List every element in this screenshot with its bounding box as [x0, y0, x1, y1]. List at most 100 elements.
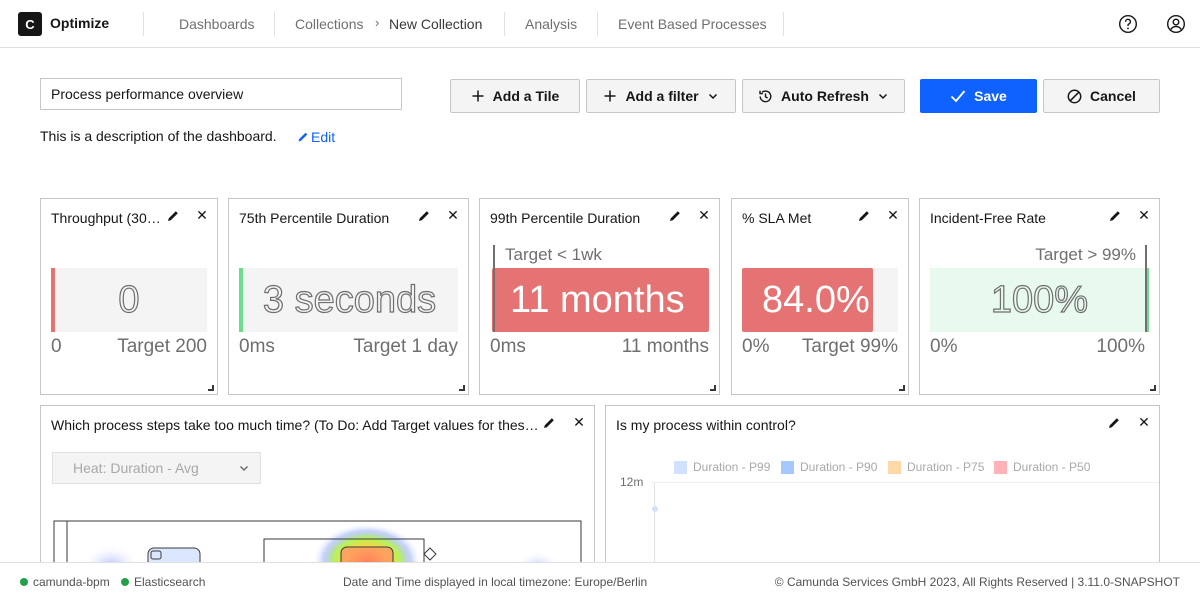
- save-button[interactable]: Save: [920, 79, 1037, 113]
- legend-item-p50[interactable]: Duration - P50: [994, 460, 1090, 474]
- tile-title: Incident-Free Rate: [930, 210, 1046, 226]
- add-filter-button[interactable]: Add a filter: [586, 79, 736, 113]
- legend-item-p90[interactable]: Duration - P90: [781, 460, 877, 474]
- camunda-logo[interactable]: C: [18, 12, 42, 36]
- nav-divider: [143, 12, 144, 36]
- gauge-min-label: 0ms: [490, 336, 526, 357]
- refresh-timer-icon: [758, 89, 773, 104]
- nav-event-based-processes[interactable]: Event Based Processes: [618, 0, 767, 48]
- copyright-text: © Camunda Services GmbH 2023, All Rights…: [774, 575, 1180, 589]
- nav-new-collection[interactable]: New Collection: [389, 0, 482, 48]
- help-icon[interactable]: [1117, 13, 1139, 35]
- resize-handle[interactable]: [459, 385, 465, 391]
- gauge-value: 100%: [990, 278, 1089, 321]
- user-profile-icon[interactable]: [1165, 13, 1187, 35]
- timezone-info: Date and Time displayed in local timezon…: [343, 575, 648, 589]
- gauge-target-label: Target 1 day: [353, 336, 458, 357]
- tile-process-steps-heatmap[interactable]: Which process steps take too much time? …: [40, 405, 595, 585]
- pencil-icon[interactable]: [166, 209, 180, 223]
- tile-title: % SLA Met: [742, 210, 812, 226]
- target-label: Target < 1wk: [505, 245, 602, 264]
- top-header: C Optimize Dashboards Collections › New …: [0, 0, 1200, 48]
- target-marker: [493, 245, 495, 332]
- close-icon[interactable]: ✕: [446, 207, 460, 223]
- app-name[interactable]: Optimize: [50, 15, 109, 31]
- auto-refresh-button[interactable]: Auto Refresh: [742, 79, 905, 113]
- chevron-down-icon: [707, 90, 719, 102]
- engine-status-camunda: camunda-bpm: [20, 575, 110, 589]
- gauge-min-label: 0ms: [239, 336, 275, 357]
- cancel-circle-icon: [1067, 89, 1082, 104]
- cancel-button[interactable]: Cancel: [1043, 79, 1160, 113]
- breadcrumb-chevron-icon: ›: [375, 15, 380, 30]
- add-tile-button[interactable]: Add a Tile: [450, 79, 580, 113]
- gauge-value: 84.0%: [762, 278, 870, 321]
- gridline: [651, 482, 1159, 483]
- pencil-icon[interactable]: [668, 209, 682, 223]
- tile-sla-met[interactable]: % SLA Met ✕ 84.0% 0% Target 99%: [731, 198, 909, 395]
- nav-divider: [504, 12, 505, 36]
- resize-handle[interactable]: [710, 385, 716, 391]
- gauge-max-label: 11 months: [621, 336, 709, 357]
- status-dot: [121, 578, 129, 586]
- chevron-down-icon: [239, 465, 249, 472]
- gauge-value: 0: [118, 278, 140, 321]
- close-icon[interactable]: ✕: [886, 207, 900, 223]
- close-icon[interactable]: ✕: [1137, 414, 1151, 430]
- y-axis-tick-label: 12m: [620, 475, 644, 489]
- gauge-value: 3 seconds: [262, 278, 437, 321]
- tile-99th-percentile-duration[interactable]: 99th Percentile Duration ✕ Target < 1wk …: [479, 198, 720, 395]
- checkmark-icon: [950, 89, 966, 103]
- engine-status-elasticsearch: Elasticsearch: [121, 575, 205, 589]
- gauge-min-label: 0%: [742, 336, 770, 357]
- resize-handle[interactable]: [899, 385, 905, 391]
- gauge-min-label: 0%: [930, 336, 958, 357]
- nav-divider: [274, 12, 275, 36]
- legend-swatch: [674, 460, 687, 474]
- pencil-icon[interactable]: [542, 416, 556, 430]
- plus-icon: [471, 89, 485, 103]
- edit-description-link[interactable]: Edit: [297, 129, 335, 145]
- chevron-down-icon: [877, 90, 889, 102]
- resize-handle[interactable]: [208, 385, 214, 391]
- close-icon[interactable]: ✕: [1137, 207, 1151, 223]
- legend-swatch: [781, 460, 794, 474]
- plus-icon: [603, 89, 617, 103]
- nav-dashboards[interactable]: Dashboards: [179, 0, 255, 48]
- gauge-target-label: Target 200: [117, 336, 207, 357]
- close-icon[interactable]: ✕: [195, 207, 209, 223]
- heatmap-type-select[interactable]: Heat: Duration - Avg: [52, 452, 261, 484]
- legend-item-p75[interactable]: Duration - P75: [888, 460, 984, 474]
- nav-analysis[interactable]: Analysis: [525, 0, 577, 48]
- legend-swatch: [888, 460, 901, 474]
- pencil-icon: [298, 132, 308, 142]
- tile-incident-free-rate[interactable]: Incident-Free Rate ✕ Target > 99% 100% 0…: [919, 198, 1160, 395]
- legend-swatch: [994, 460, 1007, 474]
- resize-handle[interactable]: [1150, 385, 1156, 391]
- tile-75th-percentile-duration[interactable]: 75th Percentile Duration ✕ 3 seconds 0ms…: [228, 198, 469, 395]
- close-icon[interactable]: ✕: [697, 207, 711, 223]
- dashboard-title-input[interactable]: [40, 78, 402, 110]
- gauge-min-label: 0: [51, 336, 62, 357]
- tile-title: Is my process within control?: [616, 417, 796, 433]
- dashboard-description: This is a description of the dashboard.: [40, 128, 277, 144]
- pencil-icon[interactable]: [1107, 416, 1121, 430]
- gauge-max-label: 100%: [1096, 336, 1145, 357]
- nav-divider: [783, 12, 784, 36]
- tile-throughput[interactable]: Throughput (30-day rolling) ✕ 0 0 Target…: [40, 198, 218, 395]
- pencil-icon[interactable]: [857, 209, 871, 223]
- pencil-icon[interactable]: [1108, 209, 1122, 223]
- nav-collections[interactable]: Collections: [295, 0, 363, 48]
- tile-process-control-chart[interactable]: Is my process within control? ✕ Duration…: [605, 405, 1160, 585]
- gauge-target-label: Target 99%: [801, 336, 898, 357]
- gauge-fill: [239, 268, 243, 332]
- target-label: Target > 99%: [1035, 245, 1136, 264]
- close-icon[interactable]: ✕: [572, 414, 586, 430]
- nav-divider: [597, 12, 598, 36]
- pencil-icon[interactable]: [417, 209, 431, 223]
- tile-title: Which process steps take too much time? …: [51, 417, 543, 433]
- legend-item-p99[interactable]: Duration - P99: [674, 460, 770, 474]
- data-point[interactable]: [652, 506, 658, 512]
- status-dot: [20, 578, 28, 586]
- tile-title: Throughput (30-day rolling): [51, 210, 163, 226]
